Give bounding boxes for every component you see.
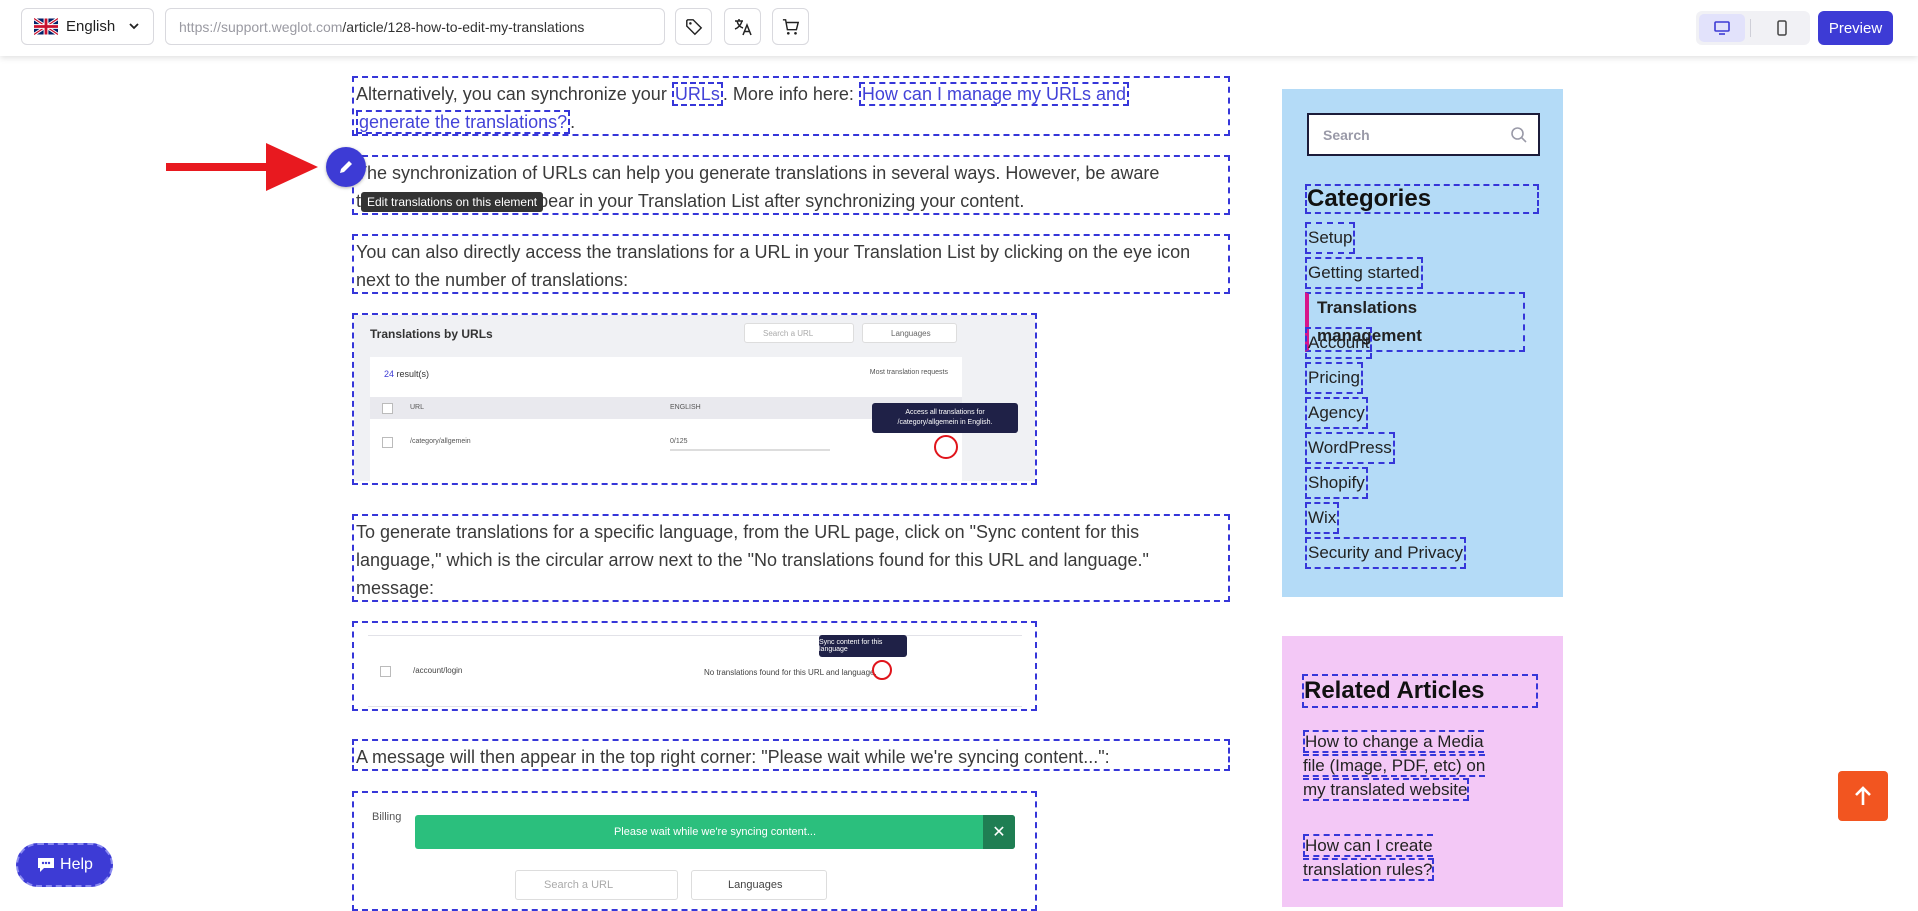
category-getting-started[interactable]: Getting started — [1305, 257, 1423, 289]
s1-results-label: result(s) — [394, 369, 430, 379]
urls-link[interactable]: URLs — [671, 82, 723, 106]
s1-search-input: Search a URL — [744, 323, 854, 343]
s1-header-checkbox — [382, 403, 393, 414]
s1-red-highlight — [934, 435, 958, 459]
screenshot-syncing-banner[interactable]: Billing Please wait while we're syncing … — [352, 791, 1037, 911]
desktop-icon — [1714, 21, 1730, 35]
paragraph-generate-translations[interactable]: To generate translations for a specific … — [352, 514, 1230, 602]
s1-col-url: URL — [410, 404, 425, 411]
arrow-up-icon — [1855, 786, 1871, 805]
s1-results-count: 24 — [384, 369, 395, 379]
s1-background: Translations by URLs Search a URL Langua… — [354, 315, 1035, 481]
scroll-to-top-button[interactable] — [1838, 771, 1888, 821]
paragraph-eye-icon[interactable]: You can also directly access the transla… — [352, 234, 1230, 294]
chat-icon — [38, 858, 55, 872]
manage-urls-link-cont[interactable]: generate the translations? — [356, 110, 571, 134]
cart-button[interactable] — [772, 8, 809, 45]
related-articles-panel: Related Articles How to change a Media f… — [1282, 636, 1563, 907]
categories-panel: Search Categories Setup Getting started … — [1282, 89, 1563, 597]
uk-flag-icon — [34, 18, 58, 35]
s1-col-english: ENGLISH — [670, 404, 701, 411]
language-label: English — [66, 18, 116, 35]
s1-title: Translations by URLs — [370, 327, 493, 341]
help-label: Help — [60, 856, 93, 873]
search-placeholder: Search — [1323, 126, 1370, 143]
categories-title: Categories — [1305, 184, 1539, 214]
s1-row-checkbox — [382, 437, 393, 448]
s1-tip-line1: Access all translations for — [905, 409, 985, 416]
p1-mid: . More info here: — [722, 84, 859, 104]
mobile-icon — [1777, 20, 1787, 36]
paragraph-sync-urls[interactable]: Alternatively, you can synchronize your … — [352, 76, 1230, 136]
s1-tip-line2: /category/allgemein in English. — [897, 419, 993, 426]
s2-row-checkbox — [380, 666, 391, 677]
category-wordpress[interactable]: WordPress — [1305, 432, 1395, 464]
s3-languages-select: Languages — [691, 870, 827, 900]
preview-button[interactable]: Preview — [1818, 11, 1893, 45]
edit-tooltip: Edit translations on this element — [361, 192, 544, 212]
related-article-link[interactable]: How can I create translation rules? — [1303, 834, 1493, 882]
s1-row-url: /category/allgemein — [410, 438, 471, 445]
paragraph-wait-message[interactable]: A message will then appear in the top ri… — [352, 739, 1230, 771]
s3-banner-text: Please wait while we're syncing content.… — [613, 826, 817, 838]
screenshot-sync-content[interactable]: /account/login No translations found for… — [352, 621, 1037, 711]
language-selector[interactable]: English — [21, 8, 154, 45]
desktop-view-button[interactable] — [1699, 14, 1745, 42]
p1-end: . — [570, 112, 576, 132]
translate-button[interactable] — [724, 8, 761, 45]
category-agency[interactable]: Agency — [1305, 397, 1368, 429]
red-arrow-icon — [166, 143, 318, 191]
device-toggle — [1696, 11, 1810, 45]
s2-red-highlight — [872, 660, 892, 680]
mobile-view-button[interactable] — [1759, 14, 1805, 42]
tag-icon — [685, 18, 702, 35]
p2-line1: The synchronization of URLs can help you… — [356, 163, 1160, 183]
manage-urls-link[interactable]: How can I manage my URLs and — [858, 82, 1130, 106]
url-field[interactable]: https://support.weglot.com/article/128-h… — [165, 8, 665, 45]
s2-sync-tooltip: Sync content for this language — [819, 635, 907, 657]
url-path: /article/128-how-to-edit-my-translations — [342, 18, 585, 35]
s2-table-row: /account/login No translations found for… — [368, 635, 1022, 707]
search-icon — [1511, 127, 1527, 143]
sidebar-search-input[interactable]: Search — [1307, 113, 1540, 156]
related-article-link[interactable]: How to change a Media file (Image, PDF, … — [1303, 730, 1493, 802]
related-articles-title: Related Articles — [1302, 674, 1538, 708]
tag-button[interactable] — [675, 8, 712, 45]
cart-icon — [782, 18, 799, 35]
category-pricing[interactable]: Pricing — [1305, 362, 1363, 394]
chevron-down-icon — [129, 23, 139, 30]
category-setup[interactable]: Setup — [1305, 222, 1356, 254]
s3-sync-banner: Please wait while we're syncing content.… — [415, 815, 1015, 849]
s1-results: 24 result(s) — [384, 369, 429, 379]
screenshot-translations-by-urls[interactable]: Translations by URLs Search a URL Langua… — [352, 313, 1037, 485]
edit-element-button[interactable] — [326, 147, 366, 187]
category-account[interactable]: Account — [1305, 327, 1373, 359]
s3-search-input: Search a URL — [515, 870, 678, 900]
translate-icon — [734, 18, 752, 35]
help-button[interactable]: Help — [16, 843, 113, 887]
s2-no-translations: No translations found for this URL and l… — [704, 668, 877, 677]
s1-progress-bar — [670, 449, 830, 451]
related-article-2[interactable]: How can I create translation rules? — [1303, 834, 1435, 881]
s1-most-requests: Most translation requests — [869, 369, 948, 376]
category-security-privacy[interactable]: Security and Privacy — [1305, 537, 1466, 569]
related-article-1[interactable]: How to change a Media file (Image, PDF, … — [1303, 730, 1486, 801]
device-separator — [1750, 19, 1751, 37]
s3-billing-label: Billing — [372, 811, 402, 823]
s1-languages-select: Languages — [862, 323, 957, 343]
s1-access-tooltip: Access all translations for /category/al… — [872, 403, 1018, 433]
category-shopify[interactable]: Shopify — [1305, 467, 1368, 499]
editor-toolbar: English https://support.weglot.com/artic… — [0, 0, 1918, 56]
url-host: https://support.weglot.com — [179, 18, 343, 35]
s3-close-button: ✕ — [983, 815, 1015, 849]
s2-row-url: /account/login — [413, 666, 463, 675]
s1-row-progress: 0/125 — [670, 438, 688, 445]
p1-text: Alternatively, you can synchronize your — [356, 84, 672, 104]
category-wix[interactable]: Wix — [1305, 502, 1340, 534]
pencil-icon — [340, 161, 352, 173]
